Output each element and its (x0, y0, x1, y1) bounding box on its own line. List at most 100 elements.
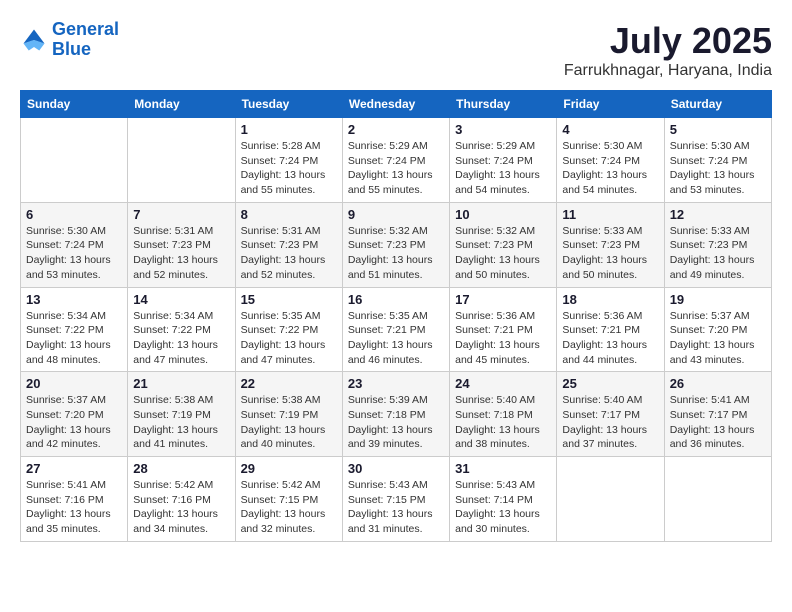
day-info: Sunrise: 5:42 AMSunset: 7:16 PMDaylight:… (133, 478, 229, 537)
day-info: Sunrise: 5:29 AMSunset: 7:24 PMDaylight:… (455, 139, 551, 198)
calendar-cell-0-0 (21, 118, 128, 203)
calendar-cell-0-1 (128, 118, 235, 203)
day-info: Sunrise: 5:31 AMSunset: 7:23 PMDaylight:… (241, 224, 337, 283)
day-number: 1 (241, 122, 337, 137)
calendar-cell-2-5: 18 Sunrise: 5:36 AMSunset: 7:21 PMDayligh… (557, 287, 664, 372)
calendar-cell-2-2: 15Sunrise: 5:35 AMSunset: 7:22 PMDayligh… (235, 287, 342, 372)
day-info: Sunrise: 5:38 AMSunset: 7:19 PMDaylight:… (241, 393, 337, 452)
day-info: Sunrise: 5:30 AMSunset: 7:24 PMDaylight:… (670, 139, 766, 198)
day-number: 29 (241, 461, 337, 476)
day-info: Sunrise: 5:34 AMSunset: 7:22 PMDaylight:… (133, 309, 229, 368)
calendar-cell-1-3: 9 Sunrise: 5:32 AMSunset: 7:23 PMDaylight… (342, 202, 449, 287)
logo-icon (20, 26, 48, 54)
calendar-cell-4-5 (557, 457, 664, 542)
logo-text: General Blue (52, 20, 119, 60)
weekday-header-friday: Friday (557, 91, 664, 118)
calendar-cell-3-6: 26Sunrise: 5:41 AMSunset: 7:17 PMDayligh… (664, 372, 771, 457)
day-number: 17 (455, 292, 551, 307)
calendar-cell-2-3: 16 Sunrise: 5:35 AMSunset: 7:21 PMDayligh… (342, 287, 449, 372)
calendar-cell-1-1: 7 Sunrise: 5:31 AMSunset: 7:23 PMDaylight… (128, 202, 235, 287)
weekday-header-monday: Monday (128, 91, 235, 118)
day-info: Sunrise: 5:36 AMSunset: 7:21 PMDaylight:… (455, 309, 551, 368)
calendar-cell-4-3: 30Sunrise: 5:43 AMSunset: 7:15 PMDayligh… (342, 457, 449, 542)
day-info: Sunrise: 5:31 AMSunset: 7:23 PMDaylight:… (133, 224, 229, 283)
calendar-cell-3-2: 22Sunrise: 5:38 AMSunset: 7:19 PMDayligh… (235, 372, 342, 457)
day-number: 28 (133, 461, 229, 476)
calendar-cell-0-2: 1Sunrise: 5:28 AMSunset: 7:24 PMDaylight… (235, 118, 342, 203)
calendar-cell-2-6: 19 Sunrise: 5:37 AMSunset: 7:20 PMDayligh… (664, 287, 771, 372)
calendar-cell-3-1: 21Sunrise: 5:38 AMSunset: 7:19 PMDayligh… (128, 372, 235, 457)
logo: General Blue (20, 20, 119, 60)
calendar-cell-4-0: 27Sunrise: 5:41 AMSunset: 7:16 PMDayligh… (21, 457, 128, 542)
day-number: 13 (26, 292, 122, 307)
calendar-row-2: 13 Sunrise: 5:34 AMSunset: 7:22 PMDayligh… (21, 287, 772, 372)
day-info: Sunrise: 5:37 AMSunset: 7:20 PMDaylight:… (26, 393, 122, 452)
day-number: 7 (133, 207, 229, 222)
day-info: Sunrise: 5:29 AMSunset: 7:24 PMDaylight:… (348, 139, 444, 198)
day-info: Sunrise: 5:30 AMSunset: 7:24 PMDaylight:… (562, 139, 658, 198)
day-info: Sunrise: 5:35 AMSunset: 7:22 PMDaylight:… (241, 309, 337, 368)
day-number: 5 (670, 122, 766, 137)
calendar-cell-3-4: 24Sunrise: 5:40 AMSunset: 7:18 PMDayligh… (450, 372, 557, 457)
calendar-cell-1-2: 8 Sunrise: 5:31 AMSunset: 7:23 PMDaylight… (235, 202, 342, 287)
month-title: July 2025 (564, 20, 772, 62)
day-number: 16 (348, 292, 444, 307)
calendar-cell-1-0: 6Sunrise: 5:30 AMSunset: 7:24 PMDaylight… (21, 202, 128, 287)
calendar-cell-2-4: 17 Sunrise: 5:36 AMSunset: 7:21 PMDayligh… (450, 287, 557, 372)
day-number: 11 (562, 207, 658, 222)
day-number: 20 (26, 376, 122, 391)
day-number: 23 (348, 376, 444, 391)
day-number: 9 (348, 207, 444, 222)
day-info: Sunrise: 5:43 AMSunset: 7:14 PMDaylight:… (455, 478, 551, 537)
weekday-header-sunday: Sunday (21, 91, 128, 118)
day-info: Sunrise: 5:33 AMSunset: 7:23 PMDaylight:… (670, 224, 766, 283)
day-info: Sunrise: 5:32 AMSunset: 7:23 PMDaylight:… (348, 224, 444, 283)
day-number: 19 (670, 292, 766, 307)
weekday-header-wednesday: Wednesday (342, 91, 449, 118)
weekday-header-row: SundayMondayTuesdayWednesdayThursdayFrid… (21, 91, 772, 118)
calendar-cell-1-4: 10 Sunrise: 5:32 AMSunset: 7:23 PMDayligh… (450, 202, 557, 287)
calendar-cell-1-5: 11 Sunrise: 5:33 AMSunset: 7:23 PMDayligh… (557, 202, 664, 287)
calendar-cell-4-4: 31 Sunrise: 5:43 AMSunset: 7:14 PMDayligh… (450, 457, 557, 542)
calendar-row-3: 20 Sunrise: 5:37 AMSunset: 7:20 PMDayligh… (21, 372, 772, 457)
day-number: 8 (241, 207, 337, 222)
calendar-cell-0-6: 5 Sunrise: 5:30 AMSunset: 7:24 PMDaylight… (664, 118, 771, 203)
day-number: 30 (348, 461, 444, 476)
calendar-cell-2-0: 13 Sunrise: 5:34 AMSunset: 7:22 PMDayligh… (21, 287, 128, 372)
day-number: 12 (670, 207, 766, 222)
day-info: Sunrise: 5:41 AMSunset: 7:16 PMDaylight:… (26, 478, 122, 537)
day-number: 25 (562, 376, 658, 391)
location-title: Farrukhnagar, Haryana, India (564, 62, 772, 80)
day-number: 10 (455, 207, 551, 222)
calendar-row-1: 6Sunrise: 5:30 AMSunset: 7:24 PMDaylight… (21, 202, 772, 287)
calendar-cell-0-5: 4 Sunrise: 5:30 AMSunset: 7:24 PMDaylight… (557, 118, 664, 203)
title-block: July 2025 Farrukhnagar, Haryana, India (564, 20, 772, 80)
calendar-cell-0-4: 3Sunrise: 5:29 AMSunset: 7:24 PMDaylight… (450, 118, 557, 203)
page-header: General Blue July 2025 Farrukhnagar, Har… (20, 20, 772, 80)
calendar-table: SundayMondayTuesdayWednesdayThursdayFrid… (20, 90, 772, 542)
calendar-row-4: 27Sunrise: 5:41 AMSunset: 7:16 PMDayligh… (21, 457, 772, 542)
day-number: 2 (348, 122, 444, 137)
day-info: Sunrise: 5:40 AMSunset: 7:18 PMDaylight:… (455, 393, 551, 452)
day-number: 6 (26, 207, 122, 222)
day-info: Sunrise: 5:36 AMSunset: 7:21 PMDaylight:… (562, 309, 658, 368)
day-info: Sunrise: 5:33 AMSunset: 7:23 PMDaylight:… (562, 224, 658, 283)
day-number: 4 (562, 122, 658, 137)
day-info: Sunrise: 5:35 AMSunset: 7:21 PMDaylight:… (348, 309, 444, 368)
weekday-header-saturday: Saturday (664, 91, 771, 118)
day-number: 18 (562, 292, 658, 307)
day-info: Sunrise: 5:42 AMSunset: 7:15 PMDaylight:… (241, 478, 337, 537)
calendar-cell-4-6 (664, 457, 771, 542)
calendar-cell-3-0: 20 Sunrise: 5:37 AMSunset: 7:20 PMDayligh… (21, 372, 128, 457)
day-info: Sunrise: 5:32 AMSunset: 7:23 PMDaylight:… (455, 224, 551, 283)
weekday-header-tuesday: Tuesday (235, 91, 342, 118)
day-number: 31 (455, 461, 551, 476)
calendar-row-0: 1Sunrise: 5:28 AMSunset: 7:24 PMDaylight… (21, 118, 772, 203)
day-info: Sunrise: 5:37 AMSunset: 7:20 PMDaylight:… (670, 309, 766, 368)
calendar-cell-4-1: 28 Sunrise: 5:42 AMSunset: 7:16 PMDayligh… (128, 457, 235, 542)
calendar-cell-1-6: 12 Sunrise: 5:33 AMSunset: 7:23 PMDayligh… (664, 202, 771, 287)
calendar-cell-0-3: 2 Sunrise: 5:29 AMSunset: 7:24 PMDaylight… (342, 118, 449, 203)
weekday-header-thursday: Thursday (450, 91, 557, 118)
day-number: 21 (133, 376, 229, 391)
day-info: Sunrise: 5:34 AMSunset: 7:22 PMDaylight:… (26, 309, 122, 368)
